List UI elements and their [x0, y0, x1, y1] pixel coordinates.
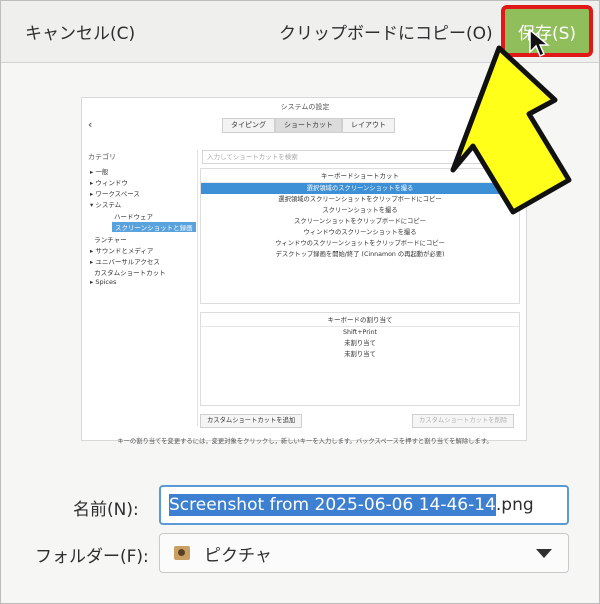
preview-sidebar-item: ▸ ワークスペース — [90, 190, 140, 198]
preview-sidebar-item: カスタムショートカット — [94, 269, 166, 277]
annotation-arrow-icon — [450, 45, 572, 215]
preview-add-custom-button: カスタムショートカットを追加 — [200, 414, 303, 428]
chevron-down-icon[interactable] — [536, 549, 552, 558]
preview-sidebar: カテゴリ ▸ 一般 ▸ ウィンドウ ▸ ワークスペース ▾ システム ハードウェ… — [84, 150, 198, 426]
preview-sidebar-item: ▸ ウィンドウ — [90, 179, 128, 187]
preview-tabs: タイピング ショートカット レイアウト — [222, 118, 395, 133]
mouse-cursor-icon — [529, 28, 550, 58]
preview-assignment-row: 未割り当て — [344, 351, 376, 358]
preview-sidebar-item: ▸ Spices — [90, 278, 117, 286]
preview-sidebar-item-selected: スクリーンショットと録画 — [112, 222, 196, 232]
preview-tab-layout: レイアウト — [342, 118, 395, 133]
preview-assignment-header: キーボードの割り当て — [201, 313, 519, 327]
filename-selected-text: Screenshot from 2025-06-06 14-46-14 — [169, 494, 496, 516]
preview-sidebar-item: ▸ ユニバーサルアクセス — [90, 258, 160, 266]
preview-sidebar-item: ハードウェア — [114, 213, 153, 221]
preview-sidebar-item: ▸ サウンドとメディア — [90, 247, 154, 255]
filename-extension: .png — [495, 495, 534, 515]
filename-input[interactable]: Screenshot from 2025-06-06 14-46-14 .png — [159, 485, 569, 525]
folder-value: ピクチャ — [204, 545, 272, 566]
preview-assignment-row: 未割り当て — [344, 340, 376, 347]
preview-assignment-list: キーボードの割り当て Shift+Print 未割り当て 未割り当て — [200, 312, 520, 406]
preview-remove-custom-button: カスタムショートカットを削除 — [412, 414, 515, 428]
preview-sidebar-header: カテゴリ — [88, 153, 116, 161]
preview-back-icon: ‹ — [88, 118, 93, 131]
preview-tab-shortcuts: ショートカット — [275, 118, 342, 133]
preview-footer-hint: キーの割り当てを変更するには，変更対象をクリックし，新しいキーを入力します。バッ… — [117, 438, 493, 445]
pictures-folder-icon — [174, 546, 190, 560]
preview-assignment-row: Shift+Print — [342, 329, 378, 336]
folder-select[interactable]: ピクチャ — [159, 533, 569, 573]
preview-sidebar-item: ▸ 一般 — [90, 168, 109, 176]
preview-sidebar-item: ▾ システム — [90, 201, 122, 209]
name-label: 名前(N): — [73, 500, 139, 520]
cancel-button[interactable]: キャンセル(C) — [25, 19, 135, 44]
preview-sidebar-item: ランチャー — [94, 236, 127, 244]
preview-shortcut-row: デスクトップ録画を開始/終了 (Cinnamon の再起動が必要) — [275, 251, 445, 258]
folder-label: フォルダー(F): — [35, 547, 149, 567]
preview-tab-typing: タイピング — [222, 118, 275, 133]
